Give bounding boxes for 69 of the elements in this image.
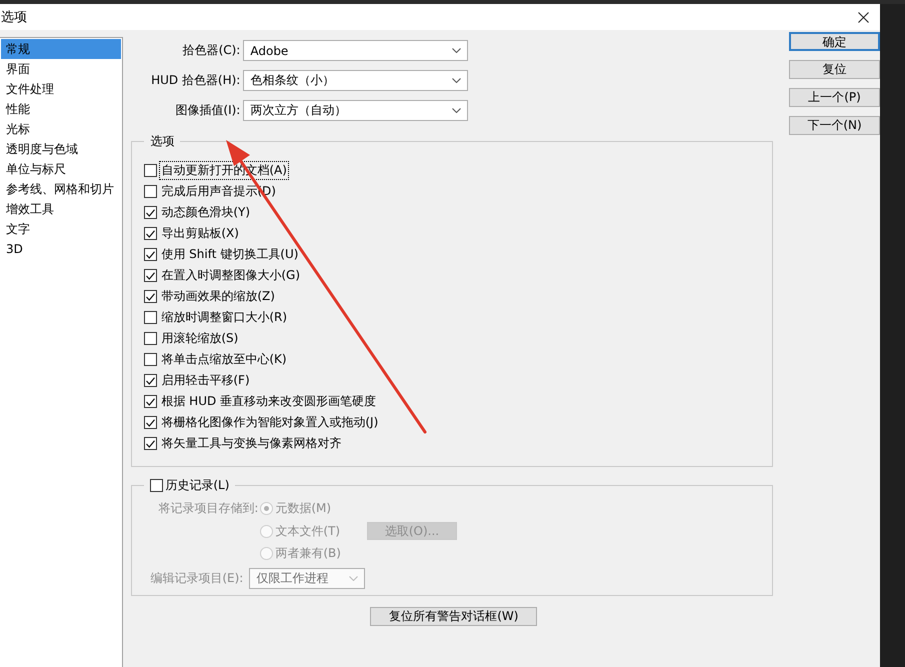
checkbox[interactable] (144, 374, 158, 387)
checkbox[interactable] (144, 416, 158, 429)
checkbox[interactable] (144, 311, 158, 324)
sidebar-item[interactable]: 光标 (1, 119, 122, 139)
checkbox[interactable] (144, 164, 158, 177)
check-icon (146, 250, 156, 258)
checkbox[interactable] (144, 332, 158, 345)
chevron-down-icon (452, 108, 462, 113)
sidebar-item[interactable]: 文字 (1, 219, 122, 239)
check-icon (146, 376, 156, 384)
checkbox[interactable] (144, 437, 158, 450)
checkbox-label: 启用轻击平移(F) (160, 372, 251, 389)
checkbox[interactable] (144, 290, 158, 303)
dropdown[interactable]: 仅限工作进程 (249, 568, 366, 589)
checkbox-label: 根据 HUD 垂直移动来改变圆形画笔硬度 (160, 393, 378, 410)
reset-warnings-button[interactable]: 复位所有警告对话框(W) (370, 607, 538, 626)
checkbox-label: 用滚轮缩放(S) (160, 330, 240, 347)
checkbox-label: 在置入时调整图像大小(G) (160, 267, 302, 284)
check-icon (146, 418, 156, 426)
check-icon (146, 272, 156, 280)
dropdown[interactable]: 色相条纹（小） (243, 70, 468, 91)
field-label: 将记录项目存储到: (157, 500, 260, 517)
field-label: 拾色器(C): (182, 42, 242, 59)
dialog-button[interactable]: 上一个(P) (789, 88, 880, 107)
check-icon (146, 230, 156, 238)
sidebar-item[interactable]: 界面 (1, 59, 122, 79)
group-title: 选项 (150, 133, 174, 150)
checkbox-label: 导出剪贴板(X) (160, 225, 240, 242)
checkbox[interactable] (144, 248, 158, 261)
checkbox[interactable] (144, 206, 158, 219)
sidebar-item[interactable]: 3D (1, 239, 122, 259)
checkbox-label: 动态颜色滑块(Y) (160, 204, 252, 221)
sidebar-item[interactable]: 增效工具 (1, 199, 122, 219)
checkbox-label: 历史记录(L) (165, 477, 230, 494)
check-icon (146, 208, 156, 216)
dialog-button[interactable]: 确定 (789, 32, 880, 51)
checkbox-label: 使用 Shift 键切换工具(U) (160, 246, 300, 263)
check-icon (146, 440, 156, 448)
close-icon (858, 12, 868, 22)
chevron-down-icon (349, 576, 358, 581)
checkbox[interactable] (150, 479, 164, 492)
checkbox[interactable] (144, 353, 158, 366)
checkbox-label: 将栅格化图像作为智能对象置入或拖动(J) (160, 414, 380, 431)
dialog-button[interactable]: 下一个(N) (789, 116, 880, 135)
sidebar-item[interactable]: 透明度与色域 (1, 139, 122, 159)
checkbox[interactable] (144, 395, 158, 408)
field-label: HUD 拾色器(H): (150, 72, 242, 89)
check-icon (146, 398, 156, 406)
checkbox[interactable] (144, 185, 158, 198)
sidebar-item[interactable]: 常规 (1, 39, 122, 59)
sidebar-item[interactable]: 性能 (1, 99, 122, 119)
check-icon (146, 292, 156, 300)
checkbox-label: 将单击点缩放至中心(K) (160, 351, 288, 368)
chevron-down-icon (452, 78, 462, 83)
checkbox-label: 带动画效果的缩放(Z) (160, 288, 276, 305)
checkbox[interactable] (144, 269, 158, 282)
field-label: 编辑记录项目(E): (150, 570, 244, 587)
checkbox-label: 缩放时调整窗口大小(R) (160, 309, 288, 326)
dropdown[interactable]: Adobe (243, 40, 468, 61)
window-title: 选项 (0, 9, 27, 26)
dropdown[interactable]: 两次立方（自动） (243, 100, 468, 121)
field-label: 图像插值(I): (174, 102, 242, 119)
chevron-down-icon (452, 48, 462, 53)
checkbox-label: 将矢量工具与变换与像素网格对齐 (160, 435, 342, 452)
dialog-button[interactable]: 复位 (789, 60, 880, 79)
sidebar-item[interactable]: 单位与标尺 (1, 159, 122, 179)
checkbox[interactable] (144, 227, 158, 240)
sidebar-item[interactable]: 参考线、网格和切片 (1, 179, 122, 199)
sidebar-item[interactable]: 文件处理 (1, 79, 122, 99)
